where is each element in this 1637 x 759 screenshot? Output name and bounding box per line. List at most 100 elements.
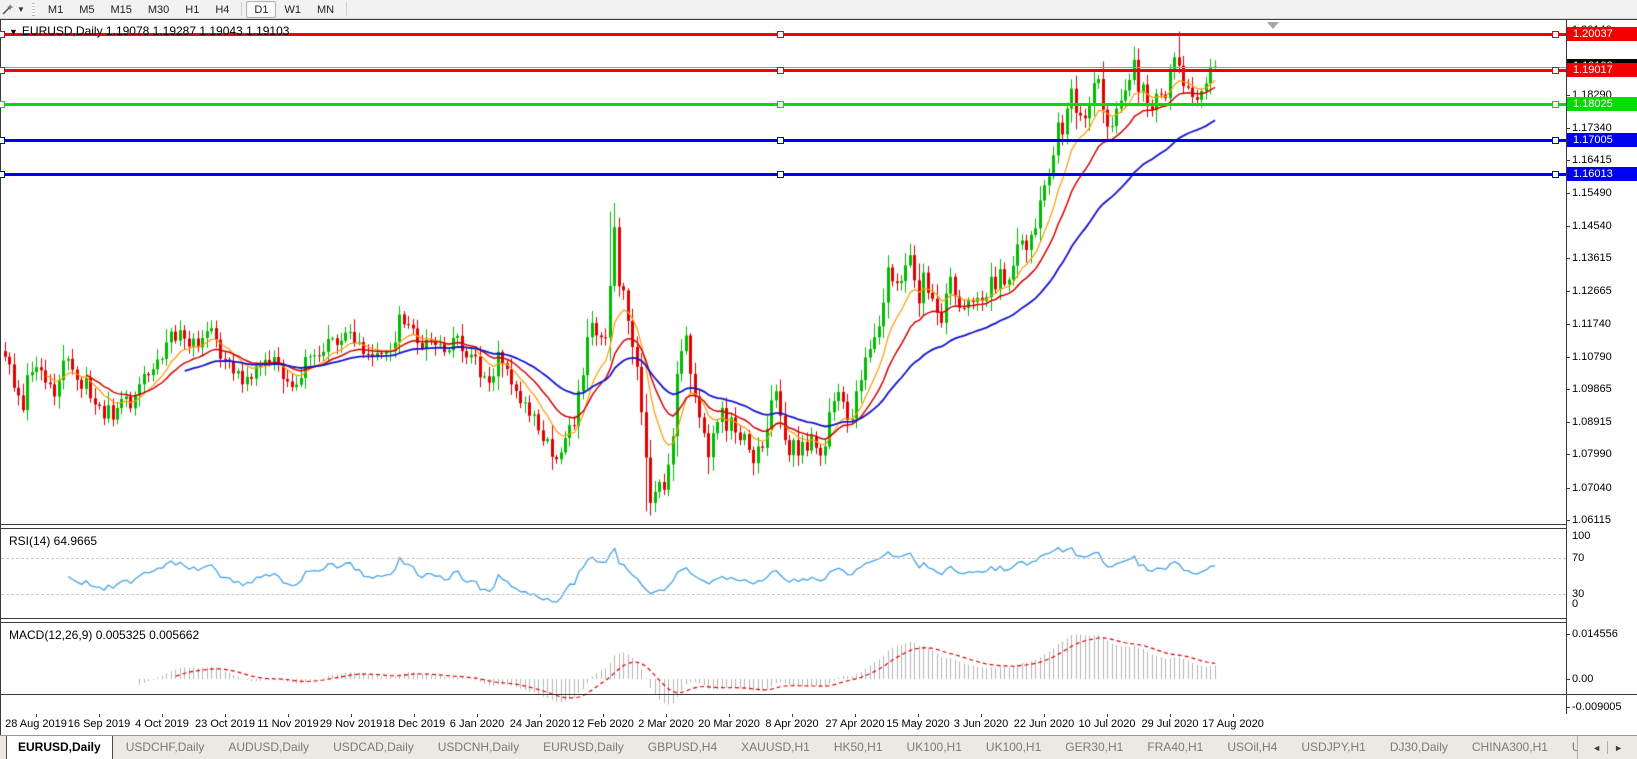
date-axis-tick	[981, 714, 982, 717]
level-line-right-handle[interactable]	[1552, 67, 1559, 74]
level-price-label: 1.18025	[1567, 97, 1637, 111]
macd-axis-label: -0.009005	[1572, 701, 1622, 713]
level-line-center-handle[interactable]	[777, 171, 784, 178]
timeframe-button-m5[interactable]: M5	[71, 1, 102, 18]
date-axis-tick	[1044, 714, 1045, 717]
macd-panel-canvas[interactable]	[1, 623, 1566, 714]
rsi-axis-label: 100	[1572, 530, 1591, 542]
price-axis-tick	[1566, 488, 1570, 489]
date-axis[interactable]: 28 Aug 2019 16 Sep 2019 4 Oct 2019 23 Oct 2…	[0, 714, 1637, 735]
level-line-center-handle[interactable]	[777, 31, 784, 38]
date-axis-tick	[603, 714, 604, 717]
level-price-label: 1.20037	[1567, 27, 1637, 41]
chart-tab-usoil-h4[interactable]: USOil,H4	[1216, 736, 1288, 759]
chart-tab-gbpusd-h4[interactable]: GBPUSD,H4	[637, 736, 728, 759]
chart-tab-ger30-h1[interactable]: GER30,H1	[1054, 736, 1134, 759]
chart-title-collapse-icon[interactable]: ▼	[9, 27, 18, 37]
tab-scroll-left-icon[interactable]: ◄	[1586, 743, 1607, 753]
timeframe-button-d1[interactable]: D1	[246, 0, 277, 18]
chart-tab-fra40-h1[interactable]: FRA40,H1	[1136, 736, 1214, 759]
price-axis-tick	[1566, 258, 1570, 259]
chart-tab-usdjpy-h1[interactable]: USDJPY,H1	[1290, 736, 1376, 759]
chart-tab-uk100-h1[interactable]: UK100,H1	[896, 736, 973, 759]
date-axis-tick	[351, 714, 352, 717]
price-axis-tick	[1566, 160, 1570, 161]
date-axis-label: 29 Jul 2020	[1141, 718, 1199, 730]
toolbar-grip[interactable]	[31, 2, 35, 16]
date-axis-label: 28 Aug 2019	[5, 718, 67, 730]
chart-tab-usdcnh-daily[interactable]: USDCNH,Daily	[427, 736, 530, 759]
level-line-center-handle[interactable]	[777, 101, 784, 108]
timeframe-button-w1[interactable]: W1	[276, 1, 309, 18]
level-line-left-handle[interactable]	[0, 67, 5, 74]
price-axis-tick-label: 1.10790	[1572, 351, 1612, 363]
chart-bottom-border	[0, 694, 1637, 695]
level-line-left-handle[interactable]	[0, 101, 5, 108]
level-line-center-handle[interactable]	[777, 67, 784, 74]
chart-tab-usdchf-daily[interactable]: USDCHF,Daily	[115, 736, 216, 759]
timeframe-button-h4[interactable]: H4	[207, 1, 237, 18]
rsi-indicator-label: RSI(14) 64.9665	[9, 534, 98, 548]
date-axis-tick	[1170, 714, 1171, 717]
date-axis-label: 16 Sep 2019	[67, 718, 131, 730]
price-chart-canvas[interactable]	[1, 20, 1566, 524]
chart-tab-usdcad-daily[interactable]: USDCAD,Daily	[322, 736, 425, 759]
chart-tab-audusd-daily[interactable]: AUDUSD,Daily	[217, 736, 320, 759]
rsi-level-line	[1, 594, 1566, 595]
date-axis-label: 10 Jul 2020	[1078, 718, 1136, 730]
tool-dropdown-caret[interactable]: ▼	[17, 5, 25, 14]
date-axis-label: 20 Mar 2020	[698, 718, 760, 730]
level-line-right-handle[interactable]	[1552, 31, 1559, 38]
mt4-window: ▼ M1 M5 M15 M30 H1 H4 D1 W1 MN ▼ EURUSD,Daily 1.1…	[0, 0, 1637, 759]
chart-tab-eurusd-daily[interactable]: EURUSD,Daily	[6, 736, 113, 759]
chart-tab-xauusd-h1[interactable]: XAUUSD,H1	[730, 736, 821, 759]
date-axis-label: 22 Jun 2020	[1013, 718, 1075, 730]
date-axis-tick	[414, 714, 415, 717]
chart-shift-marker[interactable]	[1267, 22, 1279, 29]
timeframe-button-h1[interactable]: H1	[177, 1, 207, 18]
timeframe-button-m30[interactable]: M30	[140, 1, 177, 18]
annotation-tool-button[interactable]: ▼	[0, 0, 28, 19]
date-axis-label: 29 Nov 2019	[319, 718, 383, 730]
rsi-macd-panel-divider[interactable]	[1, 618, 1566, 623]
date-axis-label: 4 Oct 2019	[135, 718, 189, 730]
price-axis-tick-label: 1.06115	[1572, 514, 1611, 526]
rsi-panel-canvas[interactable]	[1, 529, 1566, 618]
chart-tab-uk100-h1[interactable]: UK100,H1	[975, 736, 1052, 759]
level-line-right-handle[interactable]	[1552, 137, 1559, 144]
level-line-left-handle[interactable]	[0, 137, 5, 144]
timeframe-button-m15[interactable]: M15	[102, 1, 139, 18]
tab-scroll-controls: ◄ ►	[1577, 736, 1637, 759]
date-axis-tick	[162, 714, 163, 717]
price-axis-tick-label: 1.14540	[1572, 220, 1612, 232]
price-axis-tick	[1566, 95, 1570, 96]
date-axis-label: 24 Jan 2020	[509, 718, 571, 730]
date-axis-label: 11 Nov 2019	[257, 718, 319, 730]
chart-tab-usoil-h1[interactable]: USOil,H1	[1561, 736, 1577, 759]
timeframe-button-m1[interactable]: M1	[40, 1, 71, 18]
macd-indicator-label: MACD(12,26,9) 0.005325 0.005662	[9, 628, 200, 642]
date-axis-label: 12 Feb 2020	[572, 718, 634, 730]
level-line-left-handle[interactable]	[0, 171, 5, 178]
level-line-right-handle[interactable]	[1552, 171, 1559, 178]
date-axis-label: 6 Jan 2020	[449, 718, 505, 730]
date-axis-label: 23 Oct 2019	[195, 718, 255, 730]
chart-tab-china300-h1[interactable]: CHINA300,H1	[1461, 736, 1559, 759]
date-axis-tick	[855, 714, 856, 717]
level-price-label: 1.16013	[1567, 167, 1637, 181]
price-axis-tick	[1566, 389, 1570, 390]
macd-axis-label: 0.014556	[1572, 628, 1618, 640]
tab-scroll-right-icon[interactable]: ►	[1608, 743, 1629, 753]
level-line-right-handle[interactable]	[1552, 101, 1559, 108]
chart-tab-eurusd-daily[interactable]: EURUSD,Daily	[532, 736, 635, 759]
timeframe-button-mn[interactable]: MN	[309, 1, 342, 18]
price-rsi-panel-divider[interactable]	[1, 524, 1566, 529]
chart-tab-hk50-h1[interactable]: HK50,H1	[823, 736, 894, 759]
level-line-center-handle[interactable]	[777, 137, 784, 144]
price-axis-tick	[1566, 520, 1570, 521]
price-axis-tick	[1566, 226, 1570, 227]
date-axis-tick	[729, 714, 730, 717]
level-line-left-handle[interactable]	[0, 31, 5, 38]
chart-tab-dj30-daily[interactable]: DJ30,Daily	[1379, 736, 1459, 759]
rsi-level-line	[1, 558, 1566, 559]
